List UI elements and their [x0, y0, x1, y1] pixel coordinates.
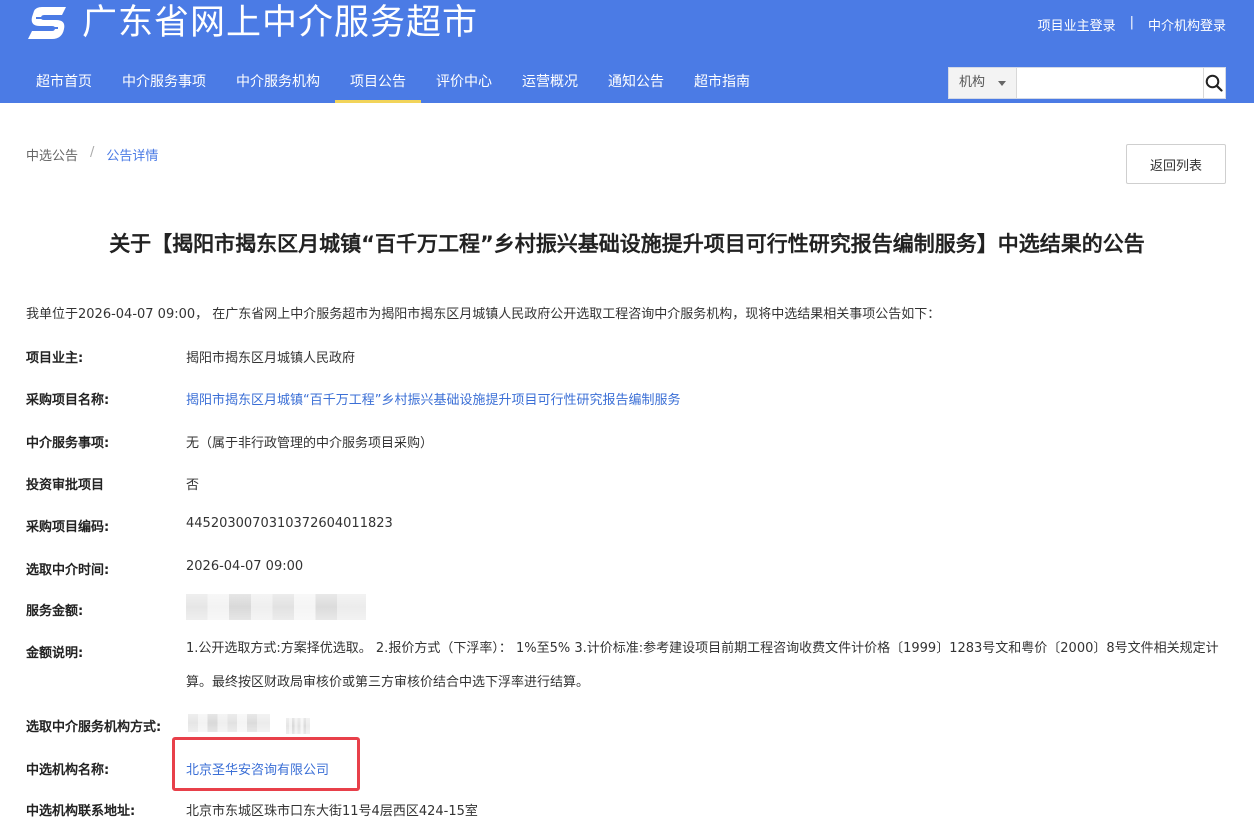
- investment-approval-value: 否: [186, 478, 200, 493]
- selection-time-value: 2026-04-07 09:00: [186, 559, 304, 574]
- amount-note-value: 1.公开选取方式:方案择优选取。 2.报价方式（下浮率）： 1%至5% 3.计价…: [186, 641, 1219, 690]
- nav-item-notices[interactable]: 通知公告: [593, 62, 679, 103]
- site-title: 广东省网上中介服务超市: [82, 3, 479, 43]
- service-amount-redacted: [186, 594, 366, 620]
- service-item-value: 无（属于非行政管理的中介服务项目采购）: [186, 436, 434, 451]
- selected-agency-label: 中选机构名称:: [26, 763, 110, 778]
- nav-item-operations-overview[interactable]: 运营概况: [507, 62, 593, 103]
- investment-approval-label: 投资审批项目: [26, 478, 105, 493]
- nav-item-home[interactable]: 超市首页: [21, 62, 107, 103]
- owner-login-link[interactable]: 项目业主登录: [1038, 15, 1116, 34]
- nav-item-service-items[interactable]: 中介服务事项: [107, 62, 221, 103]
- caret-down-icon: [997, 81, 1006, 86]
- search-type-select[interactable]: 机构: [949, 68, 1017, 98]
- agency-address-label: 中选机构联系地址:: [26, 804, 136, 819]
- announcement-title: 关于【揭阳市揭东区月城镇“百千万工程”乡村振兴基础设施提升项目可行性研究报告编制…: [109, 232, 1145, 256]
- announcement-intro: 我单位于2026-04-07 09:00， 在广东省网上中介服务超市为揭阳市揭东…: [26, 307, 941, 322]
- breadcrumb: 中选公告 / 公告详情: [26, 145, 158, 164]
- service-amount-label: 服务金额:: [26, 604, 84, 619]
- nav-item-project-announcements[interactable]: 项目公告: [335, 62, 421, 103]
- breadcrumb-current: 公告详情: [106, 149, 159, 164]
- highlight-box: [172, 737, 360, 791]
- search-input[interactable]: [1016, 68, 1203, 98]
- project-code-label: 采购项目编码:: [26, 520, 110, 535]
- back-to-list-button[interactable]: 返回列表: [1126, 144, 1226, 184]
- amount-note-label: 金额说明:: [26, 646, 84, 661]
- breadcrumb-separator: /: [90, 145, 95, 160]
- project-name-label: 采购项目名称:: [26, 393, 110, 408]
- selection-method-redacted: [188, 714, 270, 732]
- site-header: 广东省网上中介服务超市 项目业主登录 | 中介机构登录 超市首页 中介服务事项 …: [0, 0, 1254, 103]
- selection-method-redacted-2: [286, 718, 310, 734]
- search-bar: 机构: [948, 67, 1226, 99]
- selection-time-label: 选取中介时间:: [26, 563, 110, 578]
- top-links: 项目业主登录 | 中介机构登录: [1038, 15, 1226, 34]
- owner-value: 揭阳市揭东区月城镇人民政府: [186, 351, 356, 366]
- service-item-label: 中介服务事项:: [26, 436, 110, 451]
- nav-item-evaluation-center[interactable]: 评价中心: [421, 62, 507, 103]
- search-icon: [1206, 74, 1224, 92]
- agency-login-link[interactable]: 中介机构登录: [1148, 15, 1226, 34]
- nav-item-guide[interactable]: 超市指南: [679, 62, 765, 103]
- selection-method-label: 选取中介服务机构方式:: [26, 720, 162, 735]
- agency-address-value: 北京市东城区珠市口东大街11号4层西区424-15室: [186, 804, 478, 819]
- search-button[interactable]: [1202, 68, 1225, 98]
- site-logo-icon[interactable]: [26, 5, 70, 41]
- project-name-link[interactable]: 揭阳市揭东区月城镇“百千万工程”乡村振兴基础设施提升项目可行性研究报告编制服务: [186, 389, 680, 408]
- nav-item-service-agencies[interactable]: 中介服务机构: [221, 62, 335, 103]
- link-separator: |: [1129, 15, 1134, 30]
- project-code-value: 4452030070310372604011823: [186, 516, 393, 531]
- breadcrumb-parent[interactable]: 中选公告: [26, 145, 78, 164]
- main-nav: 超市首页 中介服务事项 中介服务机构 项目公告 评价中心 运营概况 通知公告 超…: [21, 62, 765, 103]
- search-type-value: 机构: [959, 75, 986, 90]
- owner-label: 项目业主:: [26, 351, 84, 366]
